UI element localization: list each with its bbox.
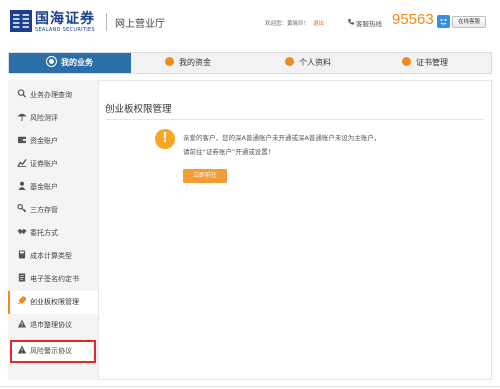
welcome-text: 欢迎您：黄晓玲！ 退出 [265,19,324,27]
main-nav: 我的业务 我的资金 个人资料 证书管理 [8,52,492,74]
logo-subtext: SEALAND SECURITIES [35,27,95,33]
sidebar-item-business-query[interactable]: 业务办理查询 [8,84,98,107]
sidebar-item-label: 证券账户 [30,160,58,168]
exclamation-icon: ! [155,129,175,149]
sidebar-item-label: 创业板权限管理 [30,298,79,306]
chat-icon[interactable] [437,15,450,28]
sidebar-item-entrust-method[interactable]: 委托方式 [8,222,98,245]
calculator-icon [18,250,26,259]
header-divider [106,13,107,31]
sidebar-item-delisting-agreement[interactable]: 退市整理协议 [8,314,98,337]
sidebar-item-label: 风险测评 [30,114,58,122]
panel-title: 创业板权限管理 [105,104,172,115]
notice-message-line2: 请前往“证券账户”开通或设置！ [183,148,275,156]
footer-divider [0,386,500,387]
page-title: 网上营业厅 [115,19,165,30]
tab-my-business[interactable]: 我的业务 [9,53,131,73]
tab-label: 我的业务 [61,58,93,67]
hotline-label: 客服热线 [356,20,382,28]
sidebar-item-fund-account-2[interactable]: 基金账户 [8,176,98,199]
wallet-icon [17,136,27,144]
handshake-icon [17,228,27,235]
sidebar-item-label: 基金账户 [30,183,58,191]
sidebar-item-risk-warning-agreement[interactable]: 风险警示协议 [10,340,96,363]
header: 国海证券 SEALAND SECURITIES 网上营业厅 欢迎您：黄晓玲！ 退出… [0,0,500,44]
funds-icon [165,57,174,66]
tab-label: 个人资料 [299,58,331,67]
triangle-icon [17,319,27,328]
logout-link[interactable]: 退出 [313,21,324,27]
user-icon [18,181,26,190]
sidebar-item-fund-account[interactable]: 资金账户 [8,130,98,153]
sidebar-item-third-party-custody[interactable]: 三方存管 [8,199,98,222]
sidebar-item-gem-permission[interactable]: 创业板权限管理 [8,291,98,314]
sidebar-item-label: 三方存管 [30,206,58,214]
sidebar-item-e-signature[interactable]: 电子签名约定书 [8,268,98,291]
certificate-icon [402,57,411,66]
sidebar-item-cost-type[interactable]: 成本计算类型 [8,245,98,268]
chart-icon [17,158,27,167]
tab-label: 我的资金 [179,58,211,67]
profile-icon [285,57,294,66]
sidebar-item-label: 风险警示协议 [30,347,72,355]
welcome-user: 欢迎您：黄晓玲！ [265,21,310,27]
document-icon [18,273,26,282]
main-panel: 创业板权限管理 ! 亲爱的客户，您的深A普通账户未开通或深A普通账户未设为主账户… [98,80,492,380]
title-divider [105,119,485,120]
key-icon [17,204,27,213]
phone-icon [348,18,355,25]
tab-certificate[interactable]: 证书管理 [402,53,448,73]
sidebar-item-label: 成本计算类型 [30,252,72,260]
sidebar-item-label: 资金账户 [30,137,58,145]
umbrella-icon [17,113,27,121]
hotline-number: 95563 [392,11,434,28]
rocket-icon [18,296,27,305]
sidebar-item-risk-assessment[interactable]: 风险测评 [8,107,98,130]
search-icon [17,89,27,98]
business-icon [47,57,56,66]
logo[interactable]: 国海证券 SEALAND SECURITIES [10,8,100,36]
sidebar-item-securities-account[interactable]: 证券账户 [8,153,98,176]
sidebar-item-label: 业务办理查询 [30,91,72,99]
sidebar-item-label: 退市整理协议 [30,321,72,329]
notice-message-line1: 亲爱的客户，您的深A普通账户未开通或深A普通账户未设为主账户， [183,134,381,142]
logo-mark-icon [10,10,32,32]
go-now-button[interactable]: 立即前往 [183,169,227,183]
logo-text: 国海证券 [35,11,95,27]
sidebar: 业务办理查询 风险测评 资金账户 证券账户 基金账户 三方存管 委托方式 成本计… [8,80,98,380]
sidebar-item-label: 委托方式 [30,229,58,237]
tab-label: 证书管理 [416,58,448,67]
tab-profile[interactable]: 个人资料 [285,53,331,73]
sidebar-item-label: 电子签名约定书 [30,275,79,283]
warning-icon [17,345,27,354]
online-service-button[interactable]: 在线客服 [452,16,486,28]
tab-my-funds[interactable]: 我的资金 [165,53,211,73]
